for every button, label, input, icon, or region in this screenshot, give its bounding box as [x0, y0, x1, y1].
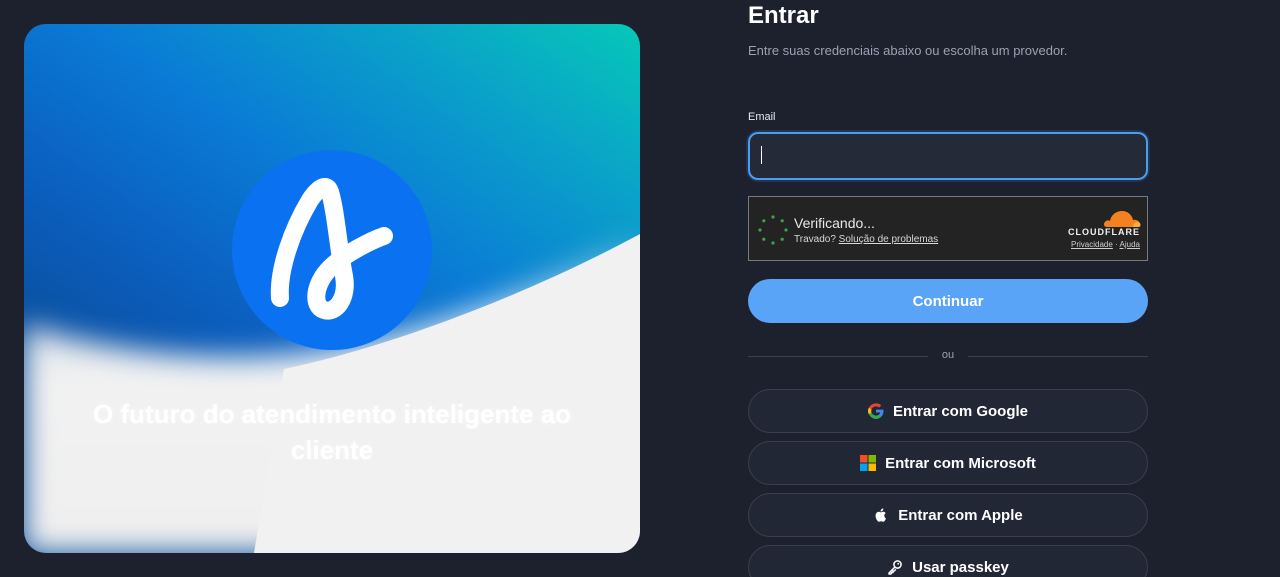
microsoft-icon — [860, 455, 877, 471]
apple-icon — [873, 507, 889, 523]
page-title: Entrar — [748, 2, 819, 29]
microsoft-signin-label: Entrar com Microsoft — [885, 454, 1036, 472]
hero-tagline: O futuro do atendimento inteligente ao c… — [92, 399, 572, 465]
turnstile-widget[interactable]: Verificando... Travado? Solução de probl… — [748, 196, 1148, 261]
troubleshoot-link[interactable]: Solução de problemas — [839, 234, 939, 245]
captcha-stuck-text: Travado? — [794, 234, 836, 245]
microsoft-signin-button[interactable]: Entrar com Microsoft — [748, 441, 1148, 485]
apple-signin-label: Entrar com Apple — [898, 506, 1023, 524]
passkey-signin-button[interactable]: Usar passkey — [748, 545, 1148, 577]
divider-line-right — [968, 356, 1148, 357]
apple-signin-button[interactable]: Entrar com Apple — [748, 493, 1148, 537]
divider-text: ou — [941, 349, 955, 361]
passkey-signin-label: Usar passkey — [912, 558, 1009, 576]
help-link[interactable]: Ajuda — [1120, 240, 1140, 249]
page-subtitle: Entre suas credenciais abaixo ou escolha… — [748, 43, 1068, 58]
captcha-status: Verificando... — [794, 215, 875, 231]
login-page: O futuro do atendimento inteligente ao c… — [0, 0, 1280, 577]
link-separator: · — [1115, 240, 1118, 249]
email-label: Email — [748, 111, 776, 123]
loading-spinner-icon — [758, 215, 788, 245]
captcha-footer-links: Privacidade · Ajuda — [1071, 240, 1140, 249]
google-signin-label: Entrar com Google — [892, 402, 1029, 420]
or-divider: ou — [748, 347, 1148, 365]
continue-button[interactable]: Continuar — [748, 279, 1148, 323]
key-icon — [887, 559, 903, 575]
cloudflare-wordmark: CLOUDFLARE — [1068, 227, 1140, 237]
google-signin-button[interactable]: Entrar com Google — [748, 389, 1148, 433]
brand-logo-icon — [232, 150, 432, 350]
captcha-help-line: Travado? Solução de problemas — [794, 234, 938, 245]
email-field[interactable] — [748, 132, 1148, 180]
privacy-link[interactable]: Privacidade — [1071, 240, 1113, 249]
login-form: Entrar Entre suas credenciais abaixo ou … — [748, 0, 1148, 577]
cloudflare-cloud-icon — [1103, 211, 1141, 227]
text-caret — [761, 146, 762, 164]
google-icon — [867, 403, 884, 419]
hero-card: O futuro do atendimento inteligente ao c… — [24, 24, 640, 553]
